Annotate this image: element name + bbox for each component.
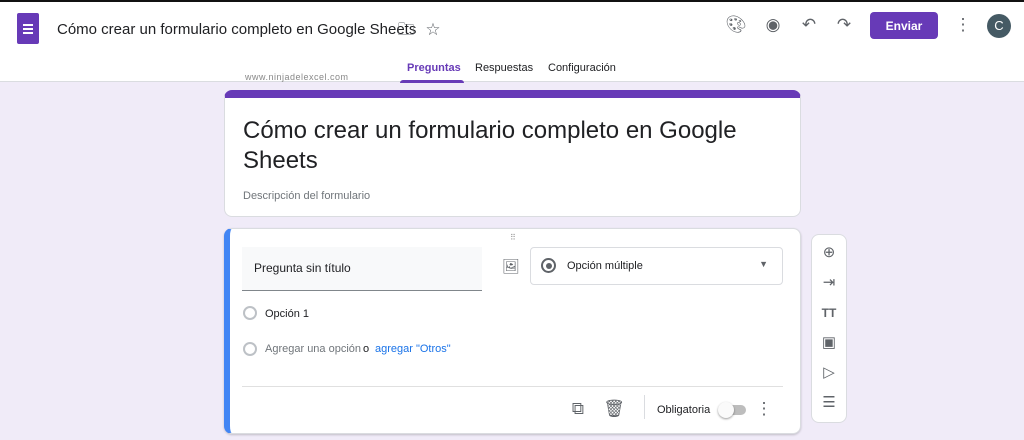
option-1-input[interactable]: Opción 1: [265, 308, 309, 320]
app-header: Cómo crear un formulario completo en Goo…: [0, 2, 1024, 83]
import-questions-icon[interactable]: ⇥: [818, 273, 840, 293]
more-vert-icon[interactable]: ⋮: [753, 399, 775, 419]
question-title-input[interactable]: Pregunta sin título: [242, 247, 482, 291]
add-image-icon[interactable]: 🖼︎: [500, 256, 522, 276]
form-description-input[interactable]: Descripción del formulario: [243, 190, 370, 202]
drag-handle-icon[interactable]: ⠿: [510, 233, 517, 242]
eye-icon[interactable]: ◉: [762, 15, 784, 35]
star-icon[interactable]: ☆: [422, 20, 444, 40]
form-title[interactable]: Cómo crear un formulario completo en Goo…: [243, 116, 783, 176]
active-tab-indicator: [400, 80, 464, 83]
side-toolbar: ⊕ ⇥ TT ▣ ▷ ☰: [811, 234, 847, 423]
question-card: ⠿ Pregunta sin título 🖼︎ Opción múltiple…: [224, 228, 801, 434]
add-question-icon[interactable]: ⊕: [818, 243, 840, 263]
add-option-radio: [243, 342, 257, 356]
required-label: Obligatoria: [657, 404, 711, 416]
required-toggle[interactable]: [718, 402, 746, 418]
duplicate-icon[interactable]: ⧉: [567, 399, 589, 419]
avatar[interactable]: C: [987, 14, 1011, 38]
undo-icon[interactable]: ↶: [798, 15, 820, 35]
chevron-down-icon: ▼: [759, 259, 768, 269]
folder-icon[interactable]: 🗀: [395, 20, 417, 40]
divider: [242, 386, 783, 387]
add-section-icon[interactable]: ☰: [818, 393, 840, 413]
divider-vertical: [644, 395, 645, 419]
document-title[interactable]: Cómo crear un formulario completo en Goo…: [57, 21, 416, 38]
redo-icon[interactable]: ↷: [833, 15, 855, 35]
radio-checked-icon: [541, 258, 556, 273]
add-option-input[interactable]: Agregar una opción: [265, 343, 361, 355]
add-image-icon[interactable]: ▣: [818, 333, 840, 353]
tab-preguntas[interactable]: Preguntas: [407, 62, 461, 74]
option-radio: [243, 306, 257, 320]
tab-configuracion[interactable]: Configuración: [548, 62, 616, 74]
send-button[interactable]: Enviar: [870, 12, 938, 39]
delete-icon[interactable]: 🗑︎: [603, 399, 625, 419]
add-title-icon[interactable]: TT: [818, 303, 840, 323]
palette-icon[interactable]: 🎨︎: [725, 15, 747, 35]
form-title-card: Cómo crear un formulario completo en Goo…: [224, 90, 801, 217]
or-text: o: [363, 343, 370, 355]
question-type-label: Opción múltiple: [567, 260, 643, 272]
watermark: www.ninjadelexcel.com: [245, 72, 349, 82]
tab-respuestas[interactable]: Respuestas: [475, 62, 533, 74]
forms-logo-icon[interactable]: [17, 13, 39, 44]
more-vert-icon[interactable]: ⋮: [952, 15, 974, 35]
add-other-link[interactable]: agregar "Otros": [375, 343, 451, 355]
add-video-icon[interactable]: ▷: [818, 363, 840, 383]
question-type-dropdown[interactable]: Opción múltiple ▼: [530, 247, 783, 285]
